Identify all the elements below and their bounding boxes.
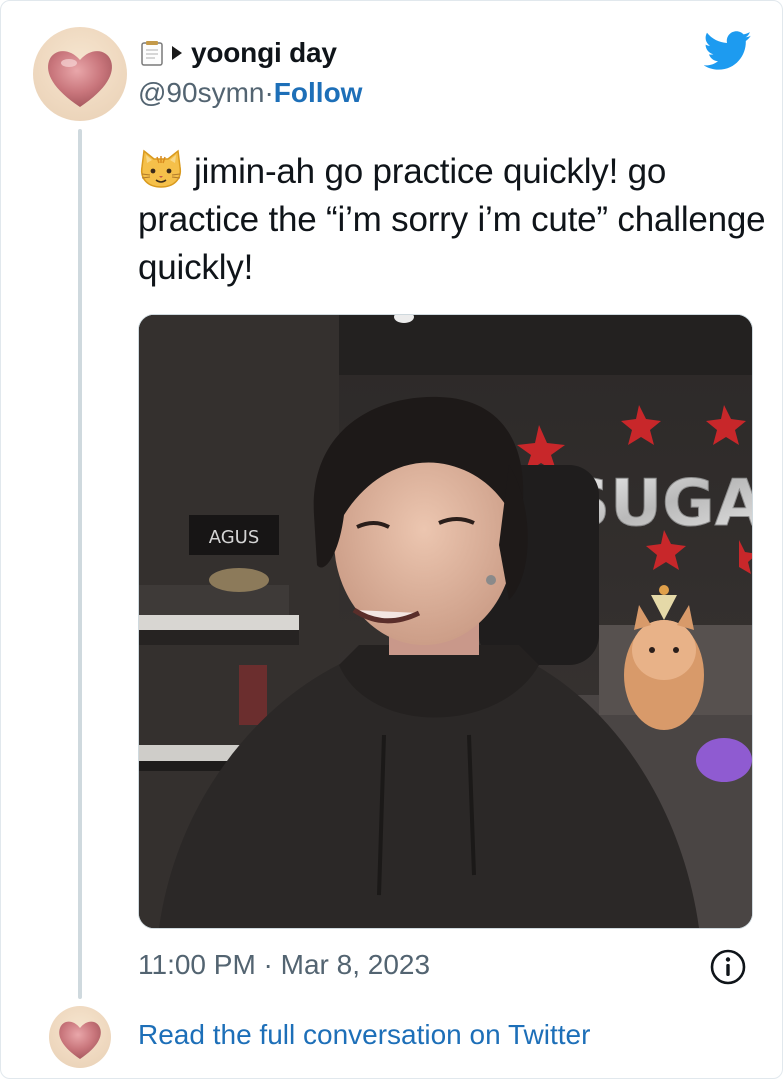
memo-icon (141, 41, 163, 66)
user-handle[interactable]: @90symn (138, 77, 264, 109)
arrow-icon (172, 46, 182, 60)
studio-sign: AGUS (209, 527, 260, 548)
twitter-bird-icon[interactable] (704, 31, 752, 71)
heart-avatar-icon (59, 1021, 101, 1059)
tweet-media-photo[interactable]: AGUS SUGA (138, 314, 753, 929)
info-icon[interactable] (709, 948, 747, 986)
tweet-timestamp[interactable]: 11:00 PM · Mar 8, 2023 (138, 949, 430, 981)
tweet-text: jimin-ah go practice quickly! go practic… (138, 147, 768, 292)
display-name[interactable]: yoongi day (191, 37, 337, 69)
thread-line (78, 129, 82, 999)
heart-avatar-icon (48, 51, 112, 107)
follow-button[interactable]: Follow (274, 77, 363, 109)
avatar[interactable] (33, 27, 127, 121)
handle-row: @90symn · Follow (138, 77, 362, 109)
photo-illustration: AGUS SUGA (139, 315, 752, 928)
user-name-row[interactable]: yoongi day (141, 35, 337, 71)
cat-face-emoji-icon (140, 149, 182, 188)
tweet-card: yoongi day @90symn · Follow jimin-ah go … (0, 0, 783, 1079)
tweet-body: jimin-ah go practice quickly! go practic… (138, 152, 766, 287)
reply-avatar[interactable] (49, 1006, 111, 1068)
handle-separator: · (264, 77, 274, 108)
read-full-conversation-link[interactable]: Read the full conversation on Twitter (138, 1019, 590, 1051)
